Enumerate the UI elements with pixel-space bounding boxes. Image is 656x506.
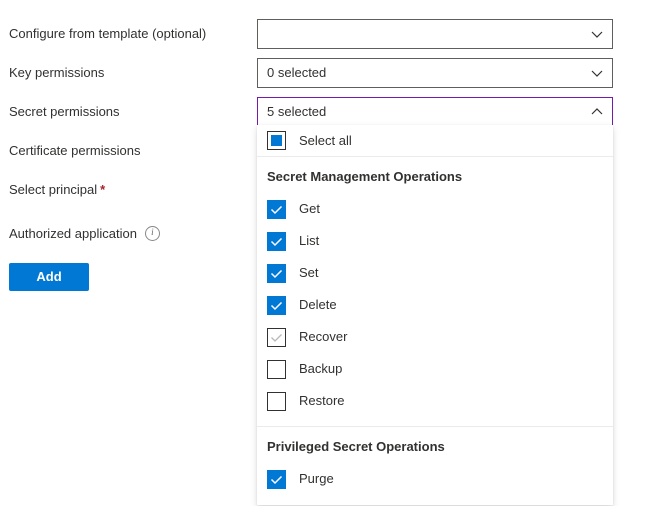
- field-label-text: Authorized application: [9, 226, 137, 241]
- dropdown-bottom-padding: [257, 495, 613, 505]
- required-asterisk: *: [100, 182, 105, 197]
- select-all-label: Select all: [299, 133, 352, 149]
- field-label-configure-from-template: Configure from template (optional): [9, 26, 206, 42]
- field-label-secret-permissions: Secret permissions: [9, 104, 120, 120]
- secret-permissions-dropdown-panel: Select all Secret Management Operations …: [257, 125, 613, 505]
- field-label-key-permissions: Key permissions: [9, 65, 104, 81]
- checkbox-checked-icon[interactable]: [267, 232, 286, 251]
- dropdown-option-label: Restore: [299, 393, 345, 409]
- checkbox-checked-icon[interactable]: [267, 470, 286, 489]
- checkbox-unchecked-icon[interactable]: [267, 360, 286, 379]
- add-button[interactable]: Add: [9, 263, 89, 291]
- info-icon[interactable]: [145, 226, 160, 241]
- dropdown-option-recover[interactable]: Recover: [257, 321, 613, 353]
- field-label-text: Certificate permissions: [9, 143, 141, 158]
- secret-permissions-value: 5 selected: [267, 104, 590, 120]
- dropdown-option-label: Delete: [299, 297, 337, 313]
- chevron-down-icon: [590, 27, 604, 41]
- checkbox-checked-icon[interactable]: [267, 296, 286, 315]
- dropdown-option-set[interactable]: Set: [257, 257, 613, 289]
- secret-permissions-combobox[interactable]: 5 selected: [257, 97, 613, 127]
- field-label-text: Configure from template (optional): [9, 26, 206, 41]
- dropdown-option-get[interactable]: Get: [257, 193, 613, 225]
- checkbox-hover-icon[interactable]: [267, 328, 286, 347]
- chevron-down-icon: [590, 66, 604, 80]
- checkbox-indeterminate-icon[interactable]: [267, 131, 286, 150]
- dropdown-option-list[interactable]: List: [257, 225, 613, 257]
- dropdown-option-label: Set: [299, 265, 319, 281]
- checkbox-checked-icon[interactable]: [267, 200, 286, 219]
- dropdown-option-restore[interactable]: Restore: [257, 385, 613, 417]
- field-label-authorized-application: Authorized application: [9, 226, 160, 242]
- dropdown-group-header-privileged-secret: Privileged Secret Operations: [257, 427, 613, 463]
- field-label-select-principal: Select principal*: [9, 182, 105, 198]
- field-label-text: Secret permissions: [9, 104, 120, 119]
- dropdown-option-label: Get: [299, 201, 320, 217]
- dropdown-option-backup[interactable]: Backup: [257, 353, 613, 385]
- dropdown-option-label: Purge: [299, 471, 334, 487]
- dropdown-option-delete[interactable]: Delete: [257, 289, 613, 321]
- configure-from-template-combobox[interactable]: [257, 19, 613, 49]
- key-permissions-value: 0 selected: [267, 65, 590, 81]
- field-label-certificate-permissions: Certificate permissions: [9, 143, 141, 159]
- dropdown-option-label: Recover: [299, 329, 347, 345]
- field-label-text: Select principal: [9, 182, 97, 197]
- chevron-up-icon: [590, 105, 604, 119]
- checkbox-unchecked-icon[interactable]: [267, 392, 286, 411]
- dropdown-group-header-secret-management: Secret Management Operations: [257, 157, 613, 193]
- dropdown-option-purge[interactable]: Purge: [257, 463, 613, 495]
- dropdown-option-label: Backup: [299, 361, 342, 377]
- checkbox-checked-icon[interactable]: [267, 264, 286, 283]
- field-label-text: Key permissions: [9, 65, 104, 80]
- dropdown-option-label: List: [299, 233, 319, 249]
- key-permissions-combobox[interactable]: 0 selected: [257, 58, 613, 88]
- dropdown-option-select-all[interactable]: Select all: [257, 125, 613, 156]
